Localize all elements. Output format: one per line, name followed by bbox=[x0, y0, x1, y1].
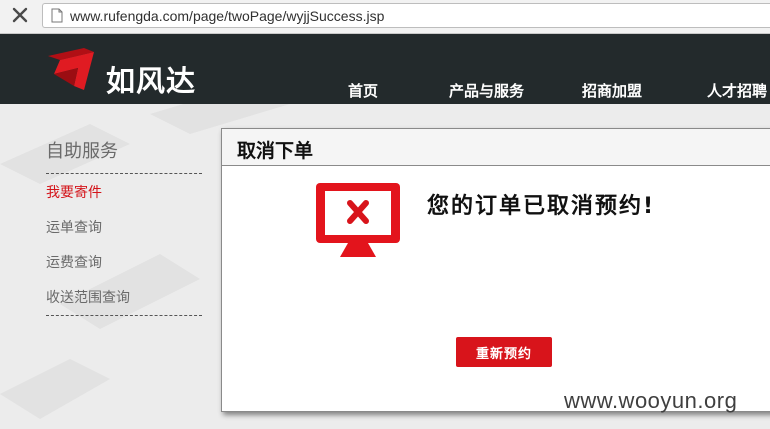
sidebar-item-delivery-range-query[interactable]: 收送范围查询 bbox=[46, 287, 130, 307]
logo-text: 如风达 bbox=[106, 64, 197, 98]
dialog-header: 取消下单 bbox=[222, 129, 770, 166]
sidebar-item-waybill-query[interactable]: 运单查询 bbox=[46, 217, 102, 237]
site-header: 如风达 首页 产品与服务 招商加盟 人才招聘 bbox=[0, 34, 770, 104]
browser-toolbar: www.rufengda.com/page/twoPage/wyjjSucces… bbox=[0, 0, 770, 34]
stop-loading-icon[interactable] bbox=[11, 6, 29, 24]
cancel-order-dialog: 取消下单 您的订单已取消预约! 重新预约 bbox=[221, 128, 770, 412]
url-text[interactable]: www.rufengda.com/page/twoPage/wyjjSucces… bbox=[70, 8, 384, 24]
nav-careers[interactable]: 人才招聘 bbox=[707, 80, 767, 101]
nav-franchise[interactable]: 招商加盟 bbox=[582, 80, 642, 101]
page-icon bbox=[51, 8, 63, 23]
nav-products-services[interactable]: 产品与服务 bbox=[449, 80, 524, 101]
logo-arrow-icon bbox=[48, 48, 94, 90]
watermark: www.wooyun.org bbox=[564, 388, 738, 413]
dialog-title: 取消下单 bbox=[237, 140, 314, 162]
monitor-error-icon bbox=[316, 183, 400, 257]
sidebar-title: 自助服务 bbox=[46, 141, 118, 162]
address-bar[interactable]: www.rufengda.com/page/twoPage/wyjjSucces… bbox=[42, 3, 770, 28]
nav-home[interactable]: 首页 bbox=[348, 80, 378, 101]
cancel-message: 您的订单已取消预约! bbox=[427, 194, 656, 219]
sidebar-divider-top bbox=[46, 173, 202, 174]
sidebar-divider-bottom bbox=[46, 315, 202, 316]
sidebar-item-send-package[interactable]: 我要寄件 bbox=[46, 182, 102, 202]
site-logo[interactable]: 如风达 bbox=[44, 46, 214, 98]
rebook-button[interactable]: 重新预约 bbox=[456, 337, 552, 367]
sidebar-item-freight-query[interactable]: 运费查询 bbox=[46, 252, 102, 272]
